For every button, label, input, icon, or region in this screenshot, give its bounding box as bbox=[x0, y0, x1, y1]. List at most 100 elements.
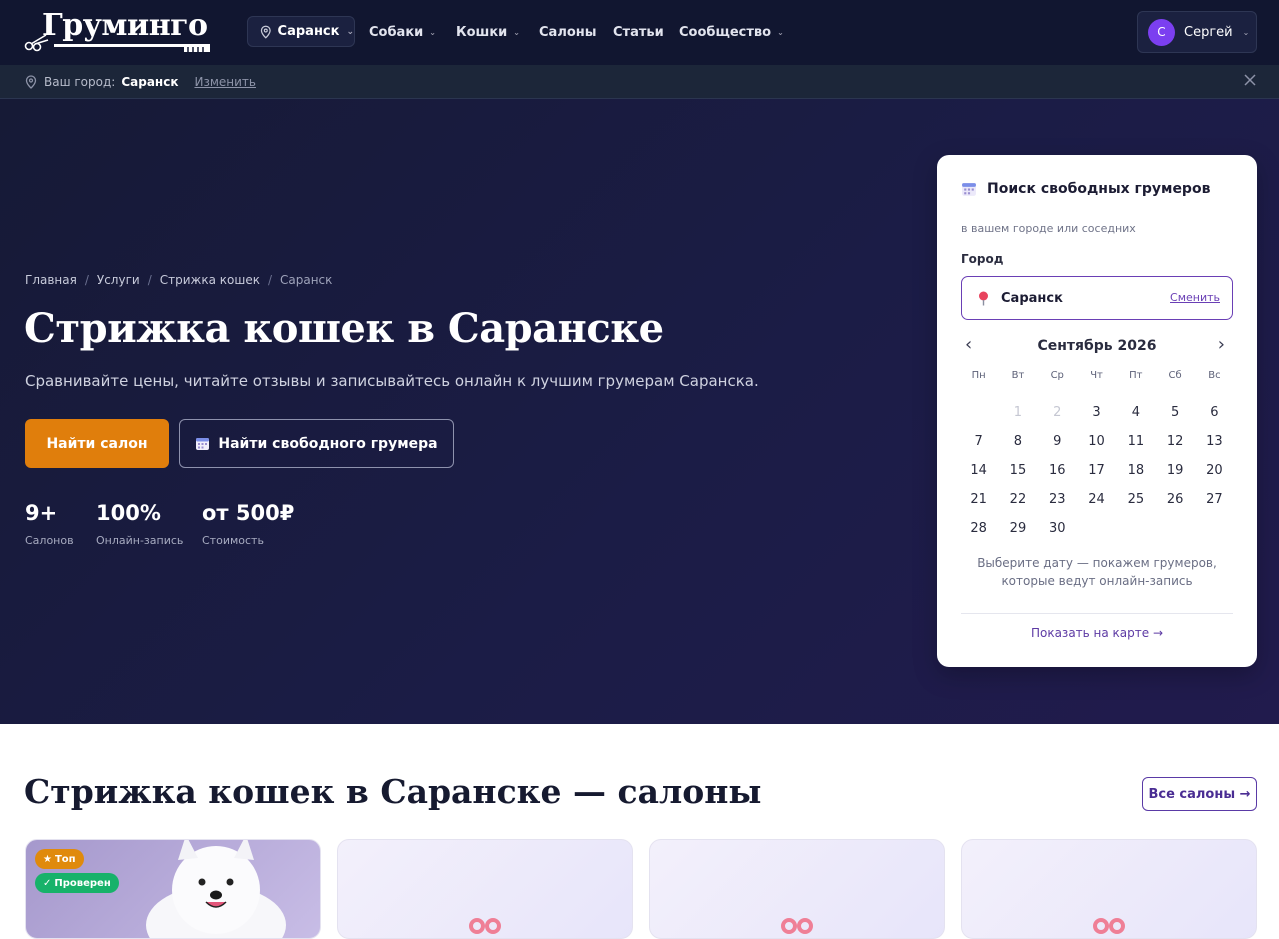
city-change-link[interactable]: Сменить bbox=[1170, 291, 1220, 304]
calendar-day[interactable]: 26 bbox=[1155, 485, 1194, 514]
calendar-day[interactable]: 28 bbox=[959, 514, 998, 543]
calendar-day[interactable]: 8 bbox=[998, 427, 1037, 456]
calendar-day: 1 bbox=[1013, 405, 1023, 420]
calendar-weekday: Пн bbox=[971, 370, 986, 381]
breadcrumb-cat-grooming[interactable]: Стрижка кошек bbox=[160, 273, 260, 287]
chevron-down-icon: ⌄ bbox=[346, 26, 354, 37]
nav-cats[interactable]: Кошки ⌄ bbox=[456, 0, 520, 65]
page-subtitle: Сравнивайте цены, читайте отзывы и запис… bbox=[25, 372, 759, 390]
calendar-hint: Выберите дату — покажем грумеров, которы… bbox=[977, 556, 1217, 588]
nav-salons[interactable]: Салоны bbox=[539, 0, 597, 65]
calendar-day[interactable]: 15 bbox=[998, 456, 1037, 485]
salon-card[interactable]: ★ Топ ✓ Проверен bbox=[25, 839, 321, 939]
star-icon: ★ bbox=[43, 853, 52, 865]
breadcrumb-home[interactable]: Главная bbox=[25, 273, 77, 287]
citybar-change-link[interactable]: Изменить bbox=[194, 75, 256, 89]
stat-label: Онлайн-запись bbox=[96, 534, 184, 547]
divider bbox=[961, 613, 1233, 614]
all-salons-button[interactable]: Все салоны → bbox=[1142, 777, 1257, 811]
find-salon-button[interactable]: Найти салон bbox=[25, 419, 169, 468]
stat-value: от 500₽ bbox=[202, 501, 295, 525]
calendar-day[interactable]: 17 bbox=[1077, 456, 1116, 485]
top-header: Грумингo Саранск ⌄ Собаки ⌄ Кошки ⌄ Салоны… bbox=[0, 0, 1279, 65]
nav-community[interactable]: Сообщество ⌄ bbox=[679, 0, 784, 65]
calendar-day[interactable]: 29 bbox=[998, 514, 1037, 543]
calendar-day[interactable]: 19 bbox=[1155, 456, 1194, 485]
paw-placeholder-icon bbox=[1093, 918, 1125, 934]
calendar-header: ‹ Сентябрь 2026 › bbox=[961, 334, 1233, 356]
stat-price: от 500₽ Стоимость bbox=[202, 501, 294, 547]
panel-title-text: Поиск свободных грумеров bbox=[987, 181, 1211, 197]
calendar-next-month[interactable]: › bbox=[1218, 334, 1225, 355]
salon-card[interactable] bbox=[649, 839, 945, 939]
calendar-day[interactable]: 9 bbox=[1038, 427, 1077, 456]
calendar-day[interactable]: 3 bbox=[1077, 398, 1116, 427]
chevron-down-icon: ⌄ bbox=[429, 28, 436, 37]
citybar-city: Саранск bbox=[121, 74, 179, 89]
calendar-day[interactable]: 7 bbox=[959, 427, 998, 456]
calendar-day[interactable]: 10 bbox=[1077, 427, 1116, 456]
stat-online: 100% Онлайн-запись bbox=[96, 501, 183, 547]
city-selector[interactable]: Саранск ⌄ bbox=[247, 16, 355, 47]
city-field-label: Город bbox=[961, 252, 1004, 266]
calendar-day[interactable]: 25 bbox=[1116, 485, 1155, 514]
calendar-day[interactable]: 24 bbox=[1077, 485, 1116, 514]
comb-icon bbox=[54, 44, 210, 52]
calendar-weekday: Ср bbox=[1050, 370, 1064, 381]
location-pin-icon bbox=[260, 25, 271, 39]
calendar-day[interactable]: 22 bbox=[998, 485, 1037, 514]
stat-value: 100% bbox=[96, 501, 161, 525]
paw-placeholder-icon bbox=[469, 918, 501, 934]
find-groomer-button[interactable]: Найти свободного грумера bbox=[179, 419, 454, 468]
calendar-weekday: Вт bbox=[1011, 370, 1025, 381]
panel-subtitle: в вашем городе или соседних bbox=[961, 222, 1136, 235]
salon-card[interactable] bbox=[337, 839, 633, 939]
calendar-day[interactable]: 4 bbox=[1116, 398, 1155, 427]
user-menu-button[interactable]: С Сергей ⌄ bbox=[1137, 11, 1257, 53]
hero-section: Главная / Услуги / Стрижка кошек / Саранск … bbox=[0, 99, 1279, 724]
top-badge: ★ Топ bbox=[35, 849, 84, 869]
calendar-day[interactable]: 13 bbox=[1195, 427, 1234, 456]
city-selector-label: Саранск bbox=[277, 24, 340, 39]
map-pin-icon bbox=[979, 291, 988, 305]
calendar-day[interactable]: 20 bbox=[1195, 456, 1234, 485]
calendar-month: Сентябрь 2026 bbox=[1037, 338, 1157, 354]
calendar-day[interactable]: 11 bbox=[1116, 427, 1155, 456]
calendar-day[interactable]: 18 bbox=[1116, 456, 1155, 485]
show-on-map-link[interactable]: Показать на карте → bbox=[961, 626, 1233, 640]
page-title: Стрижка кошек в Саранске bbox=[24, 305, 664, 352]
stat-salons: 9+ Салонов bbox=[25, 501, 74, 547]
calendar-day: 2 bbox=[1053, 405, 1062, 420]
calendar-day[interactable]: 23 bbox=[1038, 485, 1077, 514]
avatar: С bbox=[1148, 18, 1175, 46]
calendar-day[interactable]: 5 bbox=[1155, 398, 1194, 427]
calendar-day[interactable]: 12 bbox=[1155, 427, 1194, 456]
calendar-weekday: Пт bbox=[1129, 370, 1143, 381]
chevron-down-icon: ⌄ bbox=[777, 28, 784, 37]
calendar-prev-month[interactable]: ‹ bbox=[965, 334, 972, 355]
stat-value: 9+ bbox=[25, 501, 58, 525]
calendar-day[interactable]: 27 bbox=[1195, 485, 1234, 514]
nav-dogs[interactable]: Собаки ⌄ bbox=[369, 0, 436, 65]
calendar-grid: Пн Вт Ср Чт Пт Сб Вс 1 2 3 4 5 6 7 8 9 10 11 12 13 14 15 16 17 1… bbox=[959, 369, 1235, 543]
check-icon: ✓ bbox=[43, 877, 52, 889]
citybar-label: Ваш город: bbox=[44, 74, 116, 89]
calendar-day[interactable]: 14 bbox=[959, 456, 998, 485]
calendar-day[interactable]: 6 bbox=[1195, 398, 1234, 427]
breadcrumb-current: Саранск bbox=[280, 273, 333, 287]
city-field-value: Саранск bbox=[1001, 290, 1063, 306]
stat-label: Стоимость bbox=[202, 534, 264, 547]
city-field[interactable]: Саранск Сменить bbox=[961, 276, 1233, 320]
groomer-search-panel: Поиск свободных грумеров в вашем городе … bbox=[937, 155, 1257, 667]
verified-badge: ✓ Проверен bbox=[35, 873, 119, 893]
calendar-day[interactable]: 16 bbox=[1038, 456, 1077, 485]
chevron-down-icon: ⌄ bbox=[513, 28, 520, 37]
logo[interactable]: Грумингo bbox=[24, 8, 214, 54]
breadcrumb-services[interactable]: Услуги bbox=[97, 273, 140, 287]
salon-card[interactable] bbox=[961, 839, 1257, 939]
calendar-day[interactable]: 21 bbox=[959, 485, 998, 514]
close-icon[interactable] bbox=[1243, 73, 1257, 87]
nav-articles[interactable]: Статьи bbox=[613, 0, 664, 65]
calendar-weekday: Вс bbox=[1208, 370, 1221, 381]
calendar-day[interactable]: 30 bbox=[1038, 514, 1077, 543]
